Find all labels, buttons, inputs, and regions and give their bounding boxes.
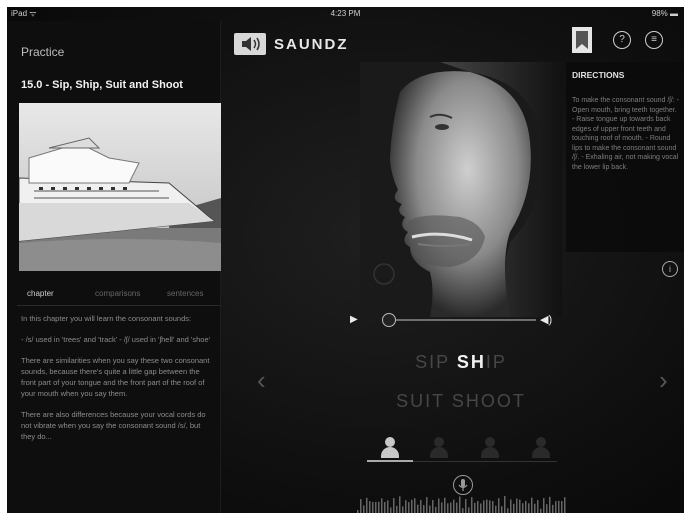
- app-screen: iPad ᯤ 4:23 PM 98% ▬ Practice 15.0 - Sip…: [7, 7, 684, 513]
- speaker-selector: [367, 433, 557, 463]
- battery-label: 98% ▬: [651, 9, 678, 18]
- logo-speaker-icon: [234, 33, 266, 55]
- chapter-paragraph: There are also differences because your …: [21, 410, 206, 441]
- play-icon[interactable]: ▶: [350, 314, 358, 325]
- logo-text: SAUNDZ: [274, 36, 349, 53]
- status-bar: iPad ᯤ 4:23 PM 98% ▬: [7, 7, 684, 21]
- directions-panel: DIRECTIONS To make the consonant sound /…: [566, 62, 684, 252]
- top-toolbar: ? ≡: [566, 25, 676, 55]
- practice-back-button[interactable]: Practice: [21, 45, 64, 59]
- chapter-paragraph: In this chapter you will learn the conso…: [21, 314, 192, 323]
- microphone-icon[interactable]: [453, 475, 473, 495]
- word-suit[interactable]: SUIT: [396, 391, 445, 411]
- mouth-animation-video[interactable]: [360, 62, 562, 317]
- audio-waveform: [357, 495, 567, 513]
- speaker-avatar-4[interactable]: [529, 435, 553, 459]
- speaker-underline-active: [367, 460, 413, 462]
- practice-word-row-1: SIP SHIP: [360, 352, 562, 373]
- bookmark-icon[interactable]: [572, 27, 592, 53]
- chapter-text: In this chapter you will learn the conso…: [21, 313, 215, 452]
- scrubber-handle[interactable]: [382, 313, 396, 327]
- help-button[interactable]: ?: [613, 31, 631, 49]
- directions-title: DIRECTIONS: [572, 70, 625, 80]
- speaker-avatar-2[interactable]: [427, 435, 451, 459]
- tab-comparisons[interactable]: comparisons: [95, 289, 140, 298]
- next-word-arrow[interactable]: ›: [659, 365, 668, 396]
- lesson-panel: Practice 15.0 - Sip, Ship, Suit and Shoo…: [7, 21, 221, 513]
- lesson-title: 15.0 - Sip, Ship, Suit and Shoot: [21, 79, 183, 91]
- menu-button[interactable]: ≡: [645, 31, 663, 49]
- directions-text: To make the consonant sound /ʃ/: - Open …: [572, 97, 680, 171]
- prev-word-arrow[interactable]: ‹: [257, 365, 266, 396]
- chapter-paragraph: There are similarities when you say thes…: [21, 356, 210, 398]
- word-sh-highlight[interactable]: SH: [457, 352, 486, 372]
- tab-chapter[interactable]: chapter: [27, 289, 54, 298]
- speaker-avatar-1[interactable]: [378, 435, 402, 459]
- word-shoot[interactable]: SHOOT: [452, 391, 526, 411]
- chapter-paragraph: - /s/ used in 'trees' and 'track' - /ʃ/ …: [21, 335, 211, 344]
- video-controls: ▶ ◀): [350, 312, 562, 328]
- lesson-tabs: chapter comparisons sentences: [17, 285, 221, 306]
- practice-word-row-2: SUIT SHOOT: [360, 391, 562, 412]
- tab-sentences[interactable]: sentences: [167, 289, 203, 298]
- word-sip[interactable]: SIP: [415, 352, 450, 372]
- volume-icon[interactable]: ◀): [540, 313, 552, 326]
- scrubber-track[interactable]: [396, 319, 536, 321]
- speaker-avatar-3[interactable]: [478, 435, 502, 459]
- lesson-ship-image: [19, 103, 221, 271]
- clock-label: 4:23 PM: [330, 9, 361, 18]
- word-ip[interactable]: IP: [486, 352, 507, 372]
- info-button[interactable]: i: [662, 261, 678, 277]
